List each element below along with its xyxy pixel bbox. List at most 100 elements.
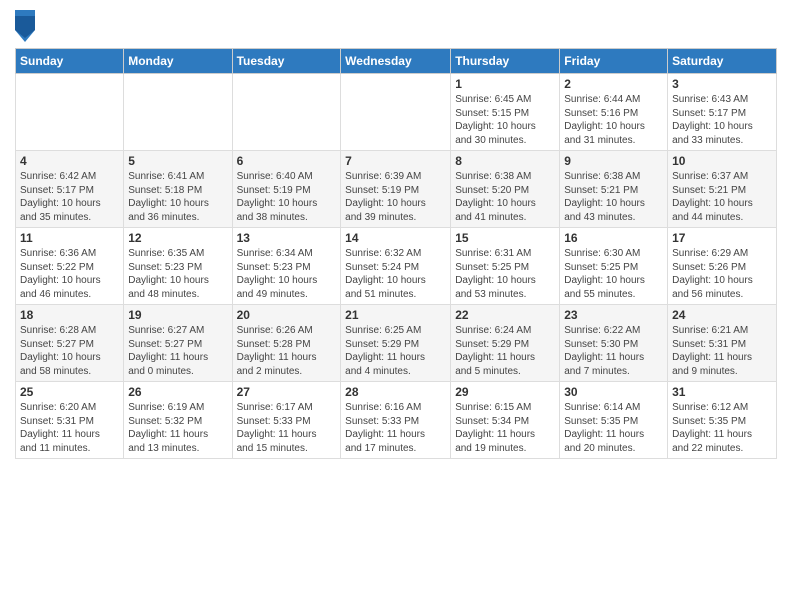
day-number: 9 [564, 154, 663, 168]
calendar-cell: 23Sunrise: 6:22 AM Sunset: 5:30 PM Dayli… [560, 305, 668, 382]
day-info: Sunrise: 6:41 AM Sunset: 5:18 PM Dayligh… [128, 170, 227, 224]
calendar-cell: 21 Sunrise: 6:25 AM Sunset: 5:29 PM Dayli… [341, 305, 451, 382]
day-info: Sunrise: 6:21 AM Sunset: 5:31 PM Dayligh… [672, 324, 772, 378]
calendar-cell: 13Sunrise: 6:34 AM Sunset: 5:23 PM Dayli… [232, 228, 341, 305]
day-number: 21 [345, 308, 446, 322]
day-number: 3 [672, 77, 772, 91]
day-info: Sunrise: 6:30 AM Sunset: 5:25 PM Dayligh… [564, 247, 663, 301]
day-number: 15 [455, 231, 555, 245]
calendar-cell: 25 Sunrise: 6:20 AM Sunset: 5:31 PM Dayli… [16, 382, 124, 459]
calendar-cell: 18Sunrise: 6:28 AM Sunset: 5:27 PM Dayli… [16, 305, 124, 382]
day-info: Sunrise: 6:35 AM Sunset: 5:23 PM Dayligh… [128, 247, 227, 301]
day-info: Sunrise: 6:31 AM Sunset: 5:25 PM Dayligh… [455, 247, 555, 301]
day-info: Sunrise: 6:37 AM Sunset: 5:21 PM Dayligh… [672, 170, 772, 224]
day-number: 11 [20, 231, 119, 245]
weekday-header-wednesday: Wednesday [341, 49, 451, 74]
calendar-cell: 17 Sunrise: 6:29 AM Sunset: 5:26 PM Dayli… [668, 228, 777, 305]
calendar-cell: 24Sunrise: 6:21 AM Sunset: 5:31 PM Dayli… [668, 305, 777, 382]
weekday-header-friday: Friday [560, 49, 668, 74]
calendar-cell [124, 74, 232, 151]
day-number: 7 [345, 154, 446, 168]
calendar-cell: 2 Sunrise: 6:44 AM Sunset: 5:16 PM Daylig… [560, 74, 668, 151]
day-info: Sunrise: 6:14 AM Sunset: 5:35 PM Dayligh… [564, 401, 663, 455]
calendar-cell: 22 Sunrise: 6:24 AM Sunset: 5:29 PM Dayli… [451, 305, 560, 382]
day-number: 26 [128, 385, 227, 399]
calendar-cell: 26Sunrise: 6:19 AM Sunset: 5:32 PM Dayli… [124, 382, 232, 459]
calendar-cell: 31 Sunrise: 6:12 AM Sunset: 5:35 PM Dayli… [668, 382, 777, 459]
calendar-cell [232, 74, 341, 151]
day-info: Sunrise: 6:20 AM Sunset: 5:31 PM Dayligh… [20, 401, 119, 455]
calendar-cell: 19Sunrise: 6:27 AM Sunset: 5:27 PM Dayli… [124, 305, 232, 382]
day-info: Sunrise: 6:43 AM Sunset: 5:17 PM Dayligh… [672, 93, 772, 147]
day-info: Sunrise: 6:15 AM Sunset: 5:34 PM Dayligh… [455, 401, 555, 455]
calendar-cell: 15 Sunrise: 6:31 AM Sunset: 5:25 PM Dayli… [451, 228, 560, 305]
weekday-header-monday: Monday [124, 49, 232, 74]
day-number: 17 [672, 231, 772, 245]
week-row-5: 25 Sunrise: 6:20 AM Sunset: 5:31 PM Dayli… [16, 382, 777, 459]
day-number: 30 [564, 385, 663, 399]
day-number: 8 [455, 154, 555, 168]
day-info: Sunrise: 6:16 AM Sunset: 5:33 PM Dayligh… [345, 401, 446, 455]
day-info: Sunrise: 6:24 AM Sunset: 5:29 PM Dayligh… [455, 324, 555, 378]
weekday-header-saturday: Saturday [668, 49, 777, 74]
calendar-cell: 6Sunrise: 6:40 AM Sunset: 5:19 PM Daylig… [232, 151, 341, 228]
day-number: 25 [20, 385, 119, 399]
calendar-table: SundayMondayTuesdayWednesdayThursdayFrid… [15, 48, 777, 459]
calendar-cell: 29 Sunrise: 6:15 AM Sunset: 5:34 PM Dayli… [451, 382, 560, 459]
calendar-cell: 11 Sunrise: 6:36 AM Sunset: 5:22 PM Dayli… [16, 228, 124, 305]
day-info: Sunrise: 6:32 AM Sunset: 5:24 PM Dayligh… [345, 247, 446, 301]
day-number: 5 [128, 154, 227, 168]
calendar-cell: 30 Sunrise: 6:14 AM Sunset: 5:35 PM Dayli… [560, 382, 668, 459]
calendar-cell: 8 Sunrise: 6:38 AM Sunset: 5:20 PM Daylig… [451, 151, 560, 228]
calendar-cell: 9 Sunrise: 6:38 AM Sunset: 5:21 PM Daylig… [560, 151, 668, 228]
calendar-cell: 28 Sunrise: 6:16 AM Sunset: 5:33 PM Dayli… [341, 382, 451, 459]
day-number: 19 [128, 308, 227, 322]
page-container: SundayMondayTuesdayWednesdayThursdayFrid… [0, 0, 792, 464]
calendar-cell: 4 Sunrise: 6:42 AM Sunset: 5:17 PM Daylig… [16, 151, 124, 228]
day-number: 10 [672, 154, 772, 168]
calendar-cell: 1 Sunrise: 6:45 AM Sunset: 5:15 PM Daylig… [451, 74, 560, 151]
calendar-cell [16, 74, 124, 151]
day-number: 29 [455, 385, 555, 399]
weekday-header-thursday: Thursday [451, 49, 560, 74]
calendar-cell: 12 Sunrise: 6:35 AM Sunset: 5:23 PM Dayli… [124, 228, 232, 305]
calendar-cell: 20Sunrise: 6:26 AM Sunset: 5:28 PM Dayli… [232, 305, 341, 382]
weekday-header-row: SundayMondayTuesdayWednesdayThursdayFrid… [16, 49, 777, 74]
calendar-cell [341, 74, 451, 151]
day-number: 18 [20, 308, 119, 322]
day-info: Sunrise: 6:38 AM Sunset: 5:20 PM Dayligh… [455, 170, 555, 224]
day-info: Sunrise: 6:17 AM Sunset: 5:33 PM Dayligh… [237, 401, 337, 455]
day-info: Sunrise: 6:40 AM Sunset: 5:19 PM Dayligh… [237, 170, 337, 224]
weekday-header-tuesday: Tuesday [232, 49, 341, 74]
day-info: Sunrise: 6:12 AM Sunset: 5:35 PM Dayligh… [672, 401, 772, 455]
calendar-cell: 27 Sunrise: 6:17 AM Sunset: 5:33 PM Dayli… [232, 382, 341, 459]
day-info: Sunrise: 6:44 AM Sunset: 5:16 PM Dayligh… [564, 93, 663, 147]
header [15, 10, 777, 42]
day-info: Sunrise: 6:25 AM Sunset: 5:29 PM Dayligh… [345, 324, 446, 378]
day-number: 31 [672, 385, 772, 399]
week-row-2: 4 Sunrise: 6:42 AM Sunset: 5:17 PM Daylig… [16, 151, 777, 228]
day-number: 23 [564, 308, 663, 322]
day-info: Sunrise: 6:45 AM Sunset: 5:15 PM Dayligh… [455, 93, 555, 147]
week-row-1: 1 Sunrise: 6:45 AM Sunset: 5:15 PM Daylig… [16, 74, 777, 151]
day-number: 20 [237, 308, 337, 322]
day-info: Sunrise: 6:42 AM Sunset: 5:17 PM Dayligh… [20, 170, 119, 224]
week-row-4: 18Sunrise: 6:28 AM Sunset: 5:27 PM Dayli… [16, 305, 777, 382]
day-number: 1 [455, 77, 555, 91]
day-number: 27 [237, 385, 337, 399]
day-number: 2 [564, 77, 663, 91]
logo-icon [15, 10, 35, 42]
day-number: 22 [455, 308, 555, 322]
day-info: Sunrise: 6:29 AM Sunset: 5:26 PM Dayligh… [672, 247, 772, 301]
day-number: 28 [345, 385, 446, 399]
day-number: 4 [20, 154, 119, 168]
week-row-3: 11 Sunrise: 6:36 AM Sunset: 5:22 PM Dayli… [16, 228, 777, 305]
day-info: Sunrise: 6:39 AM Sunset: 5:19 PM Dayligh… [345, 170, 446, 224]
day-info: Sunrise: 6:34 AM Sunset: 5:23 PM Dayligh… [237, 247, 337, 301]
calendar-cell: 10 Sunrise: 6:37 AM Sunset: 5:21 PM Dayli… [668, 151, 777, 228]
day-number: 12 [128, 231, 227, 245]
logo [15, 10, 39, 42]
day-info: Sunrise: 6:36 AM Sunset: 5:22 PM Dayligh… [20, 247, 119, 301]
calendar-cell: 3 Sunrise: 6:43 AM Sunset: 5:17 PM Daylig… [668, 74, 777, 151]
day-info: Sunrise: 6:38 AM Sunset: 5:21 PM Dayligh… [564, 170, 663, 224]
